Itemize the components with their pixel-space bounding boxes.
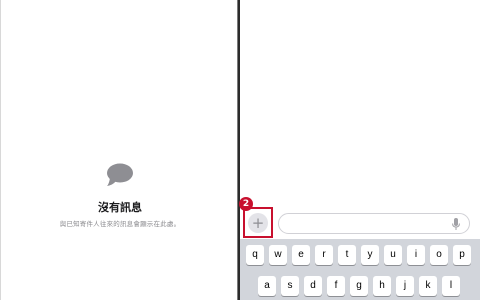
messages-list-screen: 沒有訊息 與已知寄件人往來的訊息會顯示在此處。 bbox=[0, 0, 238, 300]
keyboard-row-2: a s d f g h j k l bbox=[240, 276, 480, 298]
step-badge: 2 bbox=[239, 197, 253, 211]
key-l[interactable]: l bbox=[442, 276, 460, 296]
key-j[interactable]: j bbox=[396, 276, 414, 296]
key-e[interactable]: e bbox=[292, 245, 310, 265]
key-i[interactable]: i bbox=[407, 245, 425, 265]
empty-state: 沒有訊息 與已知寄件人往來的訊息會顯示在此處。 bbox=[1, 163, 239, 228]
empty-state-title: 沒有訊息 bbox=[98, 201, 142, 214]
key-q[interactable]: q bbox=[246, 245, 264, 265]
empty-state-subtitle: 與已知寄件人往來的訊息會顯示在此處。 bbox=[59, 220, 181, 228]
key-u[interactable]: u bbox=[384, 245, 402, 265]
key-g[interactable]: g bbox=[350, 276, 368, 296]
key-w[interactable]: w bbox=[269, 245, 287, 265]
microphone-icon[interactable] bbox=[452, 218, 460, 230]
key-r[interactable]: r bbox=[315, 245, 333, 265]
keyboard: q w e r t y u i o p a s d f g h j k l bbox=[240, 239, 480, 300]
message-input[interactable] bbox=[278, 213, 470, 234]
compose-bar: 2 + bbox=[239, 197, 480, 238]
message-bubble-icon bbox=[107, 163, 133, 186]
key-h[interactable]: h bbox=[373, 276, 391, 296]
key-o[interactable]: o bbox=[430, 245, 448, 265]
key-f[interactable]: f bbox=[327, 276, 345, 296]
key-p[interactable]: p bbox=[453, 245, 471, 265]
key-s[interactable]: s bbox=[281, 276, 299, 296]
keyboard-row-1: q w e r t y u i o p bbox=[240, 245, 480, 267]
key-k[interactable]: k bbox=[419, 276, 437, 296]
key-a[interactable]: a bbox=[258, 276, 276, 296]
key-d[interactable]: d bbox=[304, 276, 322, 296]
key-t[interactable]: t bbox=[338, 245, 356, 265]
key-y[interactable]: y bbox=[361, 245, 379, 265]
apps-plus-button[interactable]: + bbox=[248, 213, 268, 233]
